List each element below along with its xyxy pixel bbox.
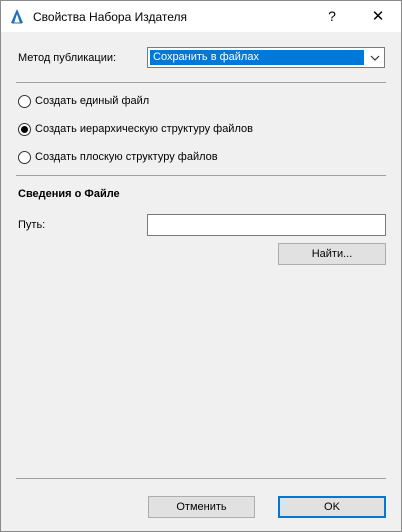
publisher-set-properties-dialog: Свойства Набора Издателя ? ✕ Метод публи… (0, 0, 402, 532)
radio-flat-structure[interactable] (18, 151, 31, 164)
separator (16, 175, 386, 176)
radio-single-file-label: Создать единый файл (35, 95, 150, 107)
help-button[interactable]: ? (309, 1, 355, 32)
chevron-down-icon (370, 55, 380, 61)
radio-selected-dot (21, 126, 28, 133)
radio-hierarchical-structure[interactable] (18, 123, 31, 136)
separator (16, 478, 386, 479)
archicad-icon (11, 9, 23, 24)
path-label: Путь: (18, 219, 46, 231)
path-input[interactable] (147, 214, 386, 236)
radio-flat-structure-label: Создать плоскую структуру файлов (35, 151, 218, 163)
separator (16, 82, 386, 83)
ok-button[interactable]: OK (278, 496, 386, 518)
title-bar: Свойства Набора Издателя ? ✕ (1, 1, 401, 32)
window-title: Свойства Набора Издателя (33, 10, 188, 24)
radio-hierarchical-structure-label: Создать иерархическую структуру файлов (35, 123, 253, 135)
publish-method-label: Метод публикации: (18, 52, 117, 64)
publish-method-select[interactable]: Сохранить в файлах (147, 47, 385, 68)
file-info-heading: Сведения о Файле (18, 188, 120, 200)
publish-method-selected-value: Сохранить в файлах (150, 50, 364, 65)
close-button[interactable]: ✕ (355, 1, 401, 32)
cancel-button[interactable]: Отменить (148, 496, 255, 518)
browse-button[interactable]: Найти... (278, 243, 386, 265)
radio-single-file[interactable] (18, 95, 31, 108)
